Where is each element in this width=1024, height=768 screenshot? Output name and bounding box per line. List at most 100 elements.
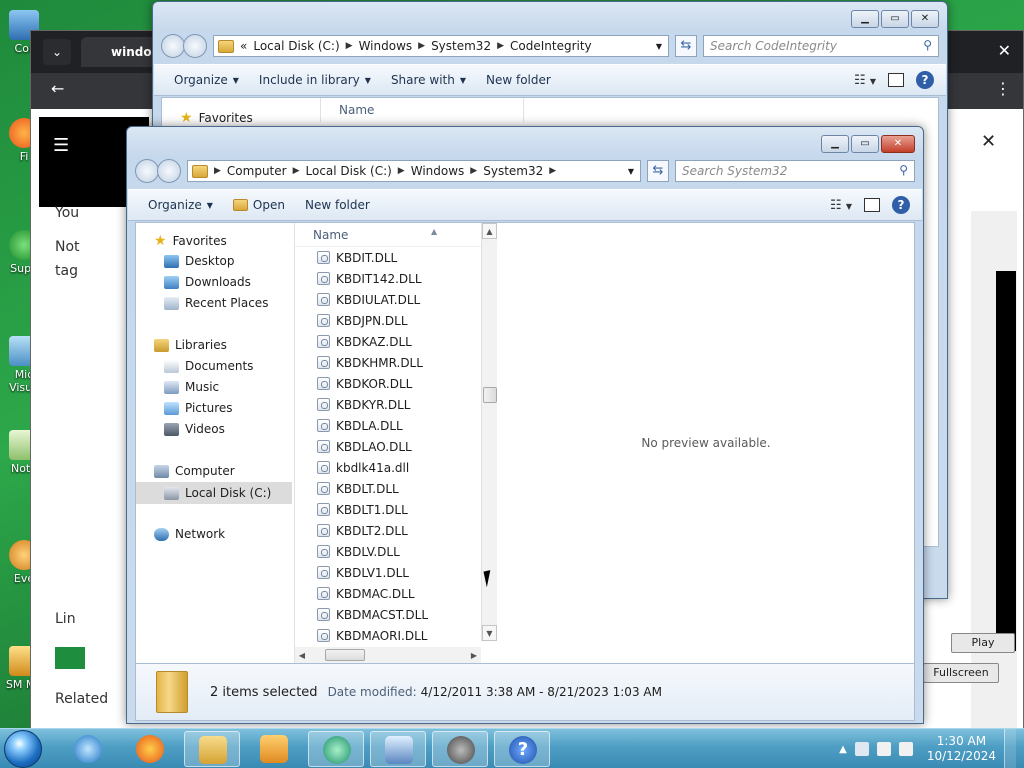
scroll-left-icon[interactable]: ◀ (295, 651, 309, 660)
back-button[interactable] (135, 159, 159, 183)
nav-favorites[interactable]: ★ Favorites (180, 110, 253, 126)
nav-network[interactable]: Network (154, 527, 225, 541)
column-header-name[interactable]: Name ▲ (295, 223, 498, 247)
breadcrumb-local-disk[interactable]: Local Disk (C:) ▶ (306, 164, 405, 178)
flag-icon[interactable] (876, 742, 891, 756)
view-options-icon[interactable]: ☷ ▼ (854, 73, 876, 88)
column-header-name[interactable]: Name (320, 98, 524, 122)
chevron-down-icon[interactable]: ▼ (656, 42, 662, 51)
scroll-thumb[interactable] (325, 649, 365, 661)
preview-pane-icon[interactable] (864, 198, 880, 212)
file-row[interactable]: KBDIT142.DLL (295, 268, 481, 289)
forward-button[interactable] (157, 159, 181, 183)
file-row[interactable]: KBDIULAT.DLL (295, 289, 481, 310)
scroll-thumb[interactable] (483, 387, 497, 403)
back-arrow-icon[interactable]: ← (51, 79, 64, 98)
breadcrumb-system32[interactable]: System32 ▶ (431, 39, 504, 53)
file-row[interactable]: KBDKHMR.DLL (295, 352, 481, 373)
file-row[interactable]: KBDKYR.DLL (295, 394, 481, 415)
include-in-library-button[interactable]: Include in library ▼ (251, 69, 379, 91)
search-input[interactable]: Search CodeIntegrity ⚲ (703, 35, 939, 57)
taskbar-ie[interactable] (60, 731, 116, 767)
nav-documents[interactable]: Documents (164, 359, 253, 373)
nav-videos[interactable]: Videos (164, 422, 225, 436)
close-button[interactable]: ✕ (881, 135, 915, 153)
back-button[interactable] (161, 34, 185, 58)
nav-music[interactable]: Music (164, 380, 219, 394)
hamburger-icon[interactable]: ☰ (53, 135, 69, 156)
file-row[interactable]: KBDLAO.DLL (295, 436, 481, 457)
minimize-button[interactable]: ▁ (821, 135, 849, 153)
scroll-right-icon[interactable]: ▶ (467, 651, 481, 660)
close-icon[interactable]: ✕ (981, 131, 996, 152)
taskbar-media[interactable] (246, 731, 302, 767)
nav-local-disk[interactable]: Local Disk (C:) (136, 482, 292, 504)
show-desktop-button[interactable] (1004, 729, 1016, 768)
scroll-up-icon[interactable]: ▲ (482, 223, 497, 239)
new-folder-button[interactable]: New folder (478, 69, 559, 91)
file-row[interactable]: KBDLT2.DLL (295, 520, 481, 541)
file-row[interactable]: KBDLV1.DLL (295, 562, 481, 583)
organize-button[interactable]: Organize ▼ (140, 194, 221, 216)
search-input[interactable]: Search System32 ⚲ (675, 160, 915, 182)
preview-pane-icon[interactable] (888, 73, 904, 87)
taskbar-helmet[interactable] (432, 731, 488, 767)
breadcrumb-system32[interactable]: System32 ▶ (483, 164, 556, 178)
new-folder-button[interactable]: New folder (297, 194, 378, 216)
nav-desktop[interactable]: Desktop (164, 254, 235, 268)
share-with-button[interactable]: Share with ▼ (383, 69, 474, 91)
view-options-icon[interactable]: ☷ ▼ (830, 198, 852, 213)
taskbar-firefox[interactable] (122, 731, 178, 767)
breadcrumb-windows[interactable]: Windows ▶ (359, 39, 426, 53)
taskbar-help[interactable]: ? (494, 731, 550, 767)
taskbar-notepad[interactable] (370, 731, 426, 767)
file-row[interactable]: KBDLT1.DLL (295, 499, 481, 520)
maximize-button[interactable]: ▭ (851, 135, 879, 153)
close-button[interactable]: ✕ (911, 10, 939, 28)
file-row[interactable]: KBDMAORI.DLL (295, 625, 481, 646)
file-row[interactable]: KBDLT.DLL (295, 478, 481, 499)
refresh-icon[interactable]: ⇆ (647, 160, 669, 182)
fullscreen-button[interactable]: Fullscreen (923, 663, 999, 683)
file-row[interactable]: KBDMAC.DLL (295, 583, 481, 604)
scroll-down-icon[interactable]: ▼ (482, 625, 497, 641)
nav-pictures[interactable]: Pictures (164, 401, 233, 415)
open-button[interactable]: Open (225, 194, 293, 216)
help-icon[interactable]: ? (916, 71, 934, 89)
address-bar[interactable]: ▶ Computer ▶ Local Disk (C:) ▶ Windows ▶ Sy… (187, 160, 641, 182)
forward-button[interactable] (183, 34, 207, 58)
nav-downloads[interactable]: Downloads (164, 275, 251, 289)
nav-computer[interactable]: Computer (154, 464, 235, 478)
nav-libraries[interactable]: Libraries (154, 338, 227, 352)
organize-button[interactable]: Organize ▼ (166, 69, 247, 91)
file-row[interactable]: kbdlk41a.dll (295, 457, 481, 478)
breadcrumb-codeintegrity[interactable]: CodeIntegrity (510, 39, 592, 53)
file-row[interactable]: KBDKAZ.DLL (295, 331, 481, 352)
breadcrumb-computer[interactable]: Computer ▶ (227, 164, 300, 178)
minimize-button[interactable]: ▁ (851, 10, 879, 28)
refresh-icon[interactable]: ⇆ (675, 35, 697, 57)
maximize-button[interactable]: ▭ (881, 10, 909, 28)
file-row[interactable]: KBDLA.DLL (295, 415, 481, 436)
play-button[interactable]: Play (951, 633, 1015, 653)
file-row[interactable]: KBDIT.DLL (295, 247, 481, 268)
show-hidden-icons-icon[interactable]: ▲ (839, 744, 847, 755)
address-bar[interactable]: « Local Disk (C:) ▶ Windows ▶ System32 ▶ Co… (213, 35, 669, 57)
close-icon[interactable]: ✕ (998, 41, 1011, 60)
clock[interactable]: 1:30 AM 10/12/2024 (927, 734, 996, 764)
file-row[interactable]: KBDKOR.DLL (295, 373, 481, 394)
network-icon[interactable] (854, 742, 869, 756)
file-row[interactable]: KBDLV.DLL (295, 541, 481, 562)
taskbar-explorer[interactable] (184, 731, 240, 767)
file-row[interactable]: KBDMACST.DLL (295, 604, 481, 625)
start-button[interactable] (4, 730, 42, 768)
tab-search-button[interactable]: ⌄ (43, 39, 71, 65)
taskbar-app[interactable] (308, 731, 364, 767)
chevron-down-icon[interactable]: ▼ (628, 167, 634, 176)
breadcrumb-windows[interactable]: Windows ▶ (411, 164, 478, 178)
help-icon[interactable]: ? (892, 196, 910, 214)
horizontal-scrollbar[interactable]: ◀ ▶ (295, 647, 481, 663)
file-row[interactable]: KBDJPN.DLL (295, 310, 481, 331)
menu-dots-icon[interactable]: ⋮ (995, 79, 1011, 98)
nav-favorites[interactable]: ★ Favorites (154, 233, 227, 249)
